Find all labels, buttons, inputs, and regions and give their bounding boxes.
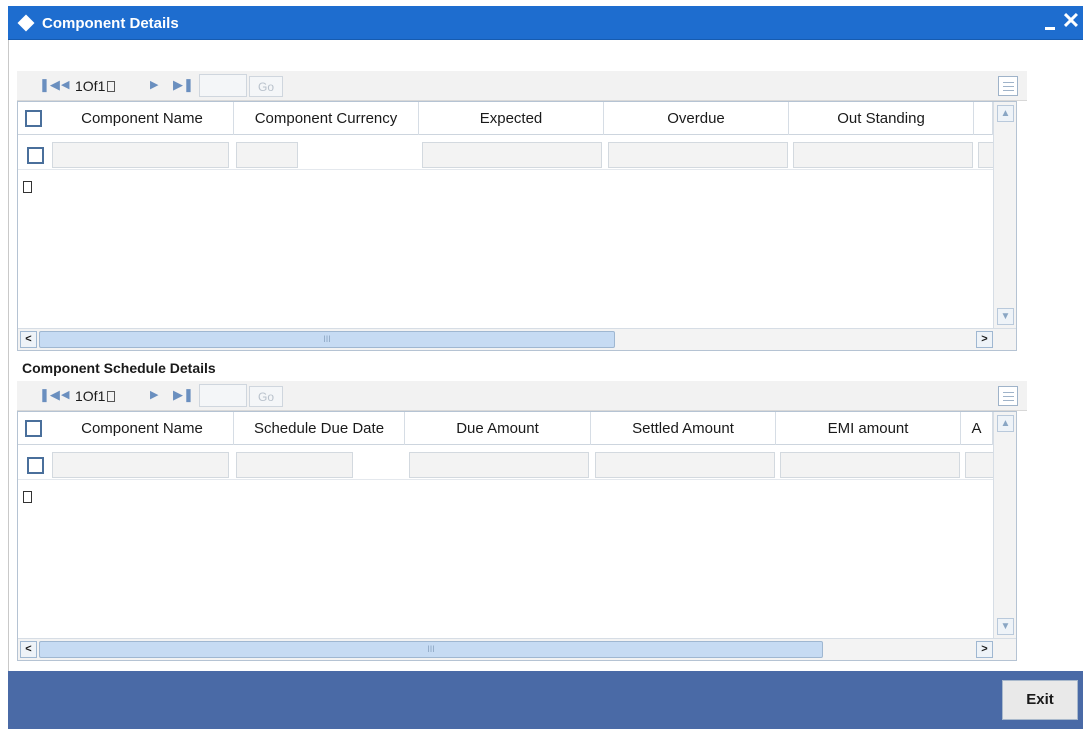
overdue-cell[interactable]	[608, 142, 788, 168]
dialog-border	[8, 40, 9, 671]
last-page-icon[interactable]: ▶❚	[173, 386, 194, 404]
column-header[interactable]: Schedule Due Date	[234, 412, 405, 445]
table-header: Component Name Schedule Due Date Due Amo…	[18, 412, 993, 445]
grid-settings-icon[interactable]	[998, 386, 1018, 406]
column-header[interactable]: Due Amount	[405, 412, 591, 445]
schedule-due-date-cell[interactable]	[236, 452, 353, 478]
column-header[interactable]: Settled Amount	[591, 412, 776, 445]
horizontal-scrollbar[interactable]: < III >	[18, 638, 1016, 660]
grid-body: Component Name Schedule Due Date Due Amo…	[17, 411, 1017, 661]
pagination-bar: ❚◀ ◀ 1Of1 ▶ ▶❚ Go	[17, 381, 1027, 411]
row-checkbox[interactable]	[27, 457, 44, 474]
outstanding-cell[interactable]	[793, 142, 973, 168]
column-header[interactable]: Component Name	[51, 102, 234, 135]
first-page-icon[interactable]: ❚◀	[39, 76, 60, 94]
prev-page-icon[interactable]: ◀	[61, 76, 69, 94]
table-header: Component Name Component Currency Expect…	[18, 102, 993, 135]
row-placeholder-icon	[23, 491, 32, 503]
exit-button[interactable]: Exit	[1002, 680, 1078, 720]
minimize-icon[interactable]	[1044, 11, 1058, 33]
schedule-grid: ❚◀ ◀ 1Of1 ▶ ▶❚ Go Component Name Schedul…	[17, 381, 1027, 661]
component-grid: ❚◀ ◀ 1Of1 ▶ ▶❚ Go Component Name Compone…	[17, 71, 1027, 351]
horizontal-scrollbar[interactable]: < III >	[18, 328, 1016, 350]
row-placeholder-icon	[23, 181, 32, 193]
vertical-scrollbar[interactable]: ▲ ▼	[993, 412, 1016, 639]
scroll-up-icon[interactable]: ▲	[997, 105, 1014, 122]
go-button[interactable]: Go	[249, 386, 283, 407]
expected-cell[interactable]	[422, 142, 602, 168]
next-page-icon[interactable]: ▶	[150, 386, 158, 404]
column-header[interactable]: Component Name	[51, 412, 234, 445]
column-header[interactable]: A	[961, 412, 993, 445]
scroll-down-icon[interactable]: ▼	[997, 618, 1014, 635]
table-row	[18, 136, 998, 170]
title-bar: Component Details ✕	[8, 6, 1083, 40]
vertical-scrollbar[interactable]: ▲ ▼	[993, 102, 1016, 329]
scroll-thumb[interactable]: III	[39, 331, 615, 348]
grid-body: Component Name Component Currency Expect…	[17, 101, 1017, 351]
pagination-bar: ❚◀ ◀ 1Of1 ▶ ▶❚ Go	[17, 71, 1027, 101]
scroll-down-icon[interactable]: ▼	[997, 308, 1014, 325]
row-checkbox[interactable]	[27, 147, 44, 164]
scroll-right-icon[interactable]: >	[976, 641, 993, 658]
next-page-icon[interactable]: ▶	[150, 76, 158, 94]
scroll-up-icon[interactable]: ▲	[997, 415, 1014, 432]
settled-amount-cell[interactable]	[595, 452, 775, 478]
column-header[interactable]: Out Standing	[789, 102, 974, 135]
close-icon[interactable]: ✕	[1061, 8, 1081, 34]
footer-bar: Exit	[8, 671, 1083, 729]
emi-amount-cell[interactable]	[780, 452, 960, 478]
prev-page-icon[interactable]: ◀	[61, 386, 69, 404]
column-header[interactable]: Overdue	[604, 102, 789, 135]
grid-settings-icon[interactable]	[998, 76, 1018, 96]
column-header[interactable]: EMI amount	[776, 412, 961, 445]
table-row	[18, 446, 998, 480]
scroll-left-icon[interactable]: <	[20, 641, 37, 658]
column-header[interactable]	[974, 102, 993, 135]
last-page-icon[interactable]: ▶❚	[173, 76, 194, 94]
section-title: Component Schedule Details	[22, 360, 216, 376]
page-number-input[interactable]	[199, 74, 247, 97]
page-indicator: 1Of1	[75, 388, 116, 404]
go-button[interactable]: Go	[249, 76, 283, 97]
window-title: Component Details	[42, 15, 179, 32]
column-header[interactable]: Component Currency	[234, 102, 419, 135]
component-name-cell[interactable]	[52, 452, 229, 478]
app-diamond-icon	[17, 14, 35, 32]
scroll-right-icon[interactable]: >	[976, 331, 993, 348]
due-amount-cell[interactable]	[409, 452, 589, 478]
column-header[interactable]: Expected	[419, 102, 604, 135]
scroll-left-icon[interactable]: <	[20, 331, 37, 348]
first-page-icon[interactable]: ❚◀	[39, 386, 60, 404]
scroll-thumb[interactable]: III	[39, 641, 823, 658]
component-currency-cell[interactable]	[236, 142, 298, 168]
component-name-cell[interactable]	[52, 142, 229, 168]
select-all-checkbox[interactable]	[25, 110, 42, 127]
page-number-input[interactable]	[199, 384, 247, 407]
page-indicator: 1Of1	[75, 78, 116, 94]
select-all-checkbox[interactable]	[25, 420, 42, 437]
